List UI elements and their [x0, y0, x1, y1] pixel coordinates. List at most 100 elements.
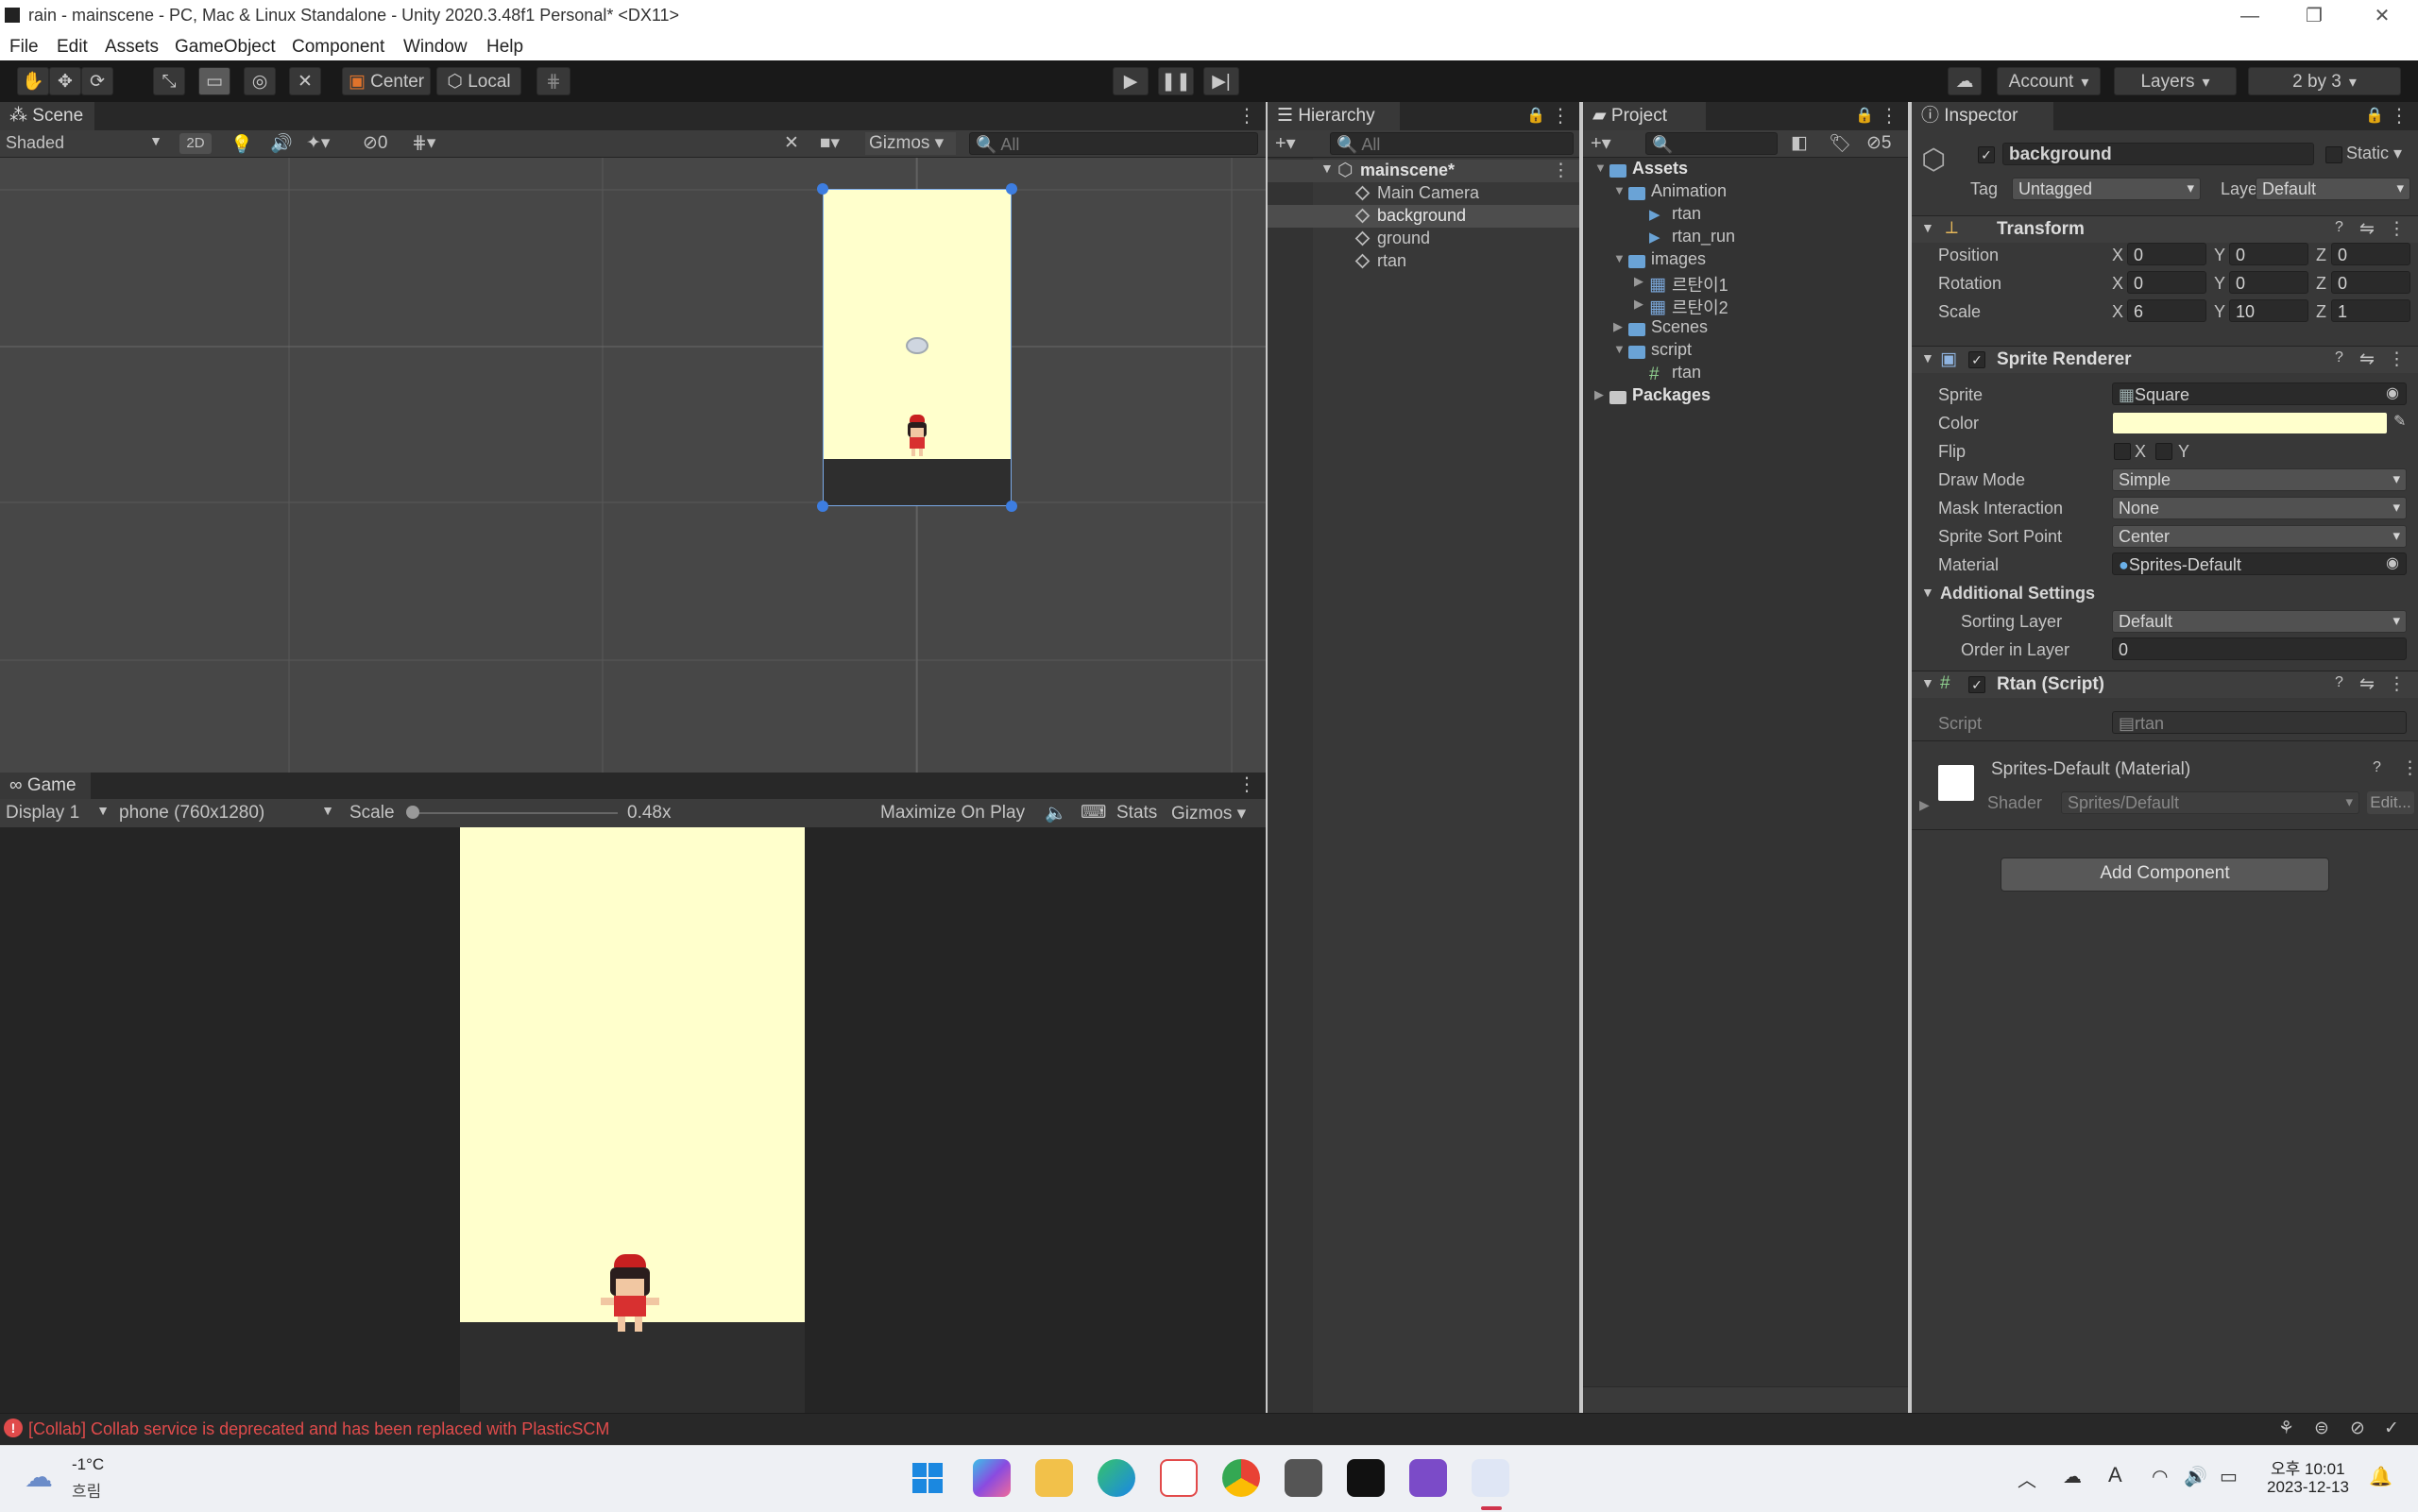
search-by-type-icon[interactable]: ◧: [1791, 132, 1808, 154]
lighting-icon[interactable]: 💡: [230, 133, 253, 156]
collapsed-arrow-icon[interactable]: ▶: [1594, 387, 1604, 402]
help-icon[interactable]: ?: [2335, 219, 2343, 236]
game-gizmos-dropdown[interactable]: Gizmos ▾: [1171, 803, 1246, 824]
tools-icon[interactable]: ✕: [784, 132, 799, 154]
preset-icon[interactable]: ⇋: [2359, 218, 2375, 240]
tab-project[interactable]: ▰ Project: [1583, 102, 1706, 130]
sprite-renderer-header[interactable]: ▼ ▣ ✓ Sprite Renderer ? ⇋ ⋮: [1912, 346, 2418, 373]
effects-icon[interactable]: ✦▾: [306, 132, 330, 154]
draw-mode-dropdown[interactable]: Simple: [2112, 468, 2407, 491]
project-item[interactable]: ▶ Scenes: [1583, 316, 1908, 339]
lock-icon[interactable]: 🔒: [2365, 106, 2384, 125]
hidden-packages-icon[interactable]: ⊘5: [1866, 132, 1892, 154]
preset-icon[interactable]: ⇋: [2359, 673, 2375, 695]
scene-menu-icon[interactable]: ⋮: [1237, 104, 1256, 127]
transform-header[interactable]: ▼ ⟂ Transform ? ⇋ ⋮: [1912, 215, 2418, 243]
rect-tool-icon[interactable]: ▭: [198, 67, 230, 95]
volume-icon[interactable]: 🔊: [2184, 1465, 2207, 1488]
project-item[interactable]: ▶ Packages: [1583, 384, 1908, 407]
menu-component[interactable]: Component: [292, 37, 384, 58]
tab-hierarchy[interactable]: ☰ Hierarchy: [1268, 102, 1400, 130]
rect-handle-top-left[interactable]: [817, 183, 828, 195]
visual-studio-icon[interactable]: [1409, 1459, 1447, 1497]
create-add-icon[interactable]: +▾: [1591, 131, 1611, 155]
axis-x-label[interactable]: X: [2112, 302, 2123, 322]
expand-arrow-icon[interactable]: ▼: [1613, 183, 1626, 197]
tab-game[interactable]: ∞ Game: [0, 773, 91, 799]
collapse-arrow-icon[interactable]: ▼: [1921, 220, 1934, 235]
close-icon[interactable]: ✕: [2361, 2, 2403, 30]
material-menu-icon[interactable]: ⋮: [2401, 757, 2418, 779]
scale-tool-icon[interactable]: ⤡: [153, 67, 185, 95]
tab-scene[interactable]: ⁂ Scene: [0, 102, 94, 130]
lock-icon[interactable]: 🔒: [1855, 106, 1874, 125]
project-item[interactable]: ▶ rtan: [1583, 203, 1908, 226]
rotate-tool-icon[interactable]: ⟳: [81, 67, 113, 95]
hierarchy-search-input[interactable]: 🔍 All: [1330, 132, 1574, 155]
project-item[interactable]: ▼ script: [1583, 339, 1908, 362]
component-menu-icon[interactable]: ⋮: [2388, 218, 2406, 240]
rtan-character[interactable]: [900, 415, 932, 456]
input-method-icon[interactable]: A: [2108, 1463, 2122, 1487]
hidden-objects-icon[interactable]: ⊘0: [363, 132, 388, 154]
maximize-on-play-toggle[interactable]: Maximize On Play: [880, 803, 1025, 824]
search-by-label-icon[interactable]: 🏷: [1829, 132, 1851, 155]
pivot-toggle[interactable]: ▣ Center: [342, 67, 431, 95]
hierarchy-item-ground[interactable]: ground: [1268, 228, 1579, 250]
scale-slider-track[interactable]: [410, 812, 618, 814]
transform-scale-z-input[interactable]: 1: [2331, 299, 2410, 322]
transform-position-y-input[interactable]: 0: [2229, 243, 2308, 265]
transform-tool-icon[interactable]: ◎: [244, 67, 276, 95]
sprite-sort-point-dropdown[interactable]: Center: [2112, 525, 2407, 548]
axis-x-label[interactable]: X: [2112, 246, 2123, 265]
layout-dropdown[interactable]: 2 by 3: [2248, 67, 2401, 95]
tag-dropdown[interactable]: Untagged: [2012, 178, 2201, 200]
unity-hub-icon[interactable]: [1285, 1459, 1322, 1497]
expand-arrow-icon[interactable]: ▼: [1613, 342, 1626, 356]
project-item[interactable]: ▶ rtan_run: [1583, 226, 1908, 248]
rtan-script-enabled-checkbox[interactable]: ✓: [1968, 676, 1985, 693]
maximize-icon[interactable]: ❐: [2293, 2, 2335, 30]
object-picker-icon[interactable]: ◉: [2386, 553, 2399, 572]
object-name-input[interactable]: background: [2002, 143, 2314, 165]
help-icon[interactable]: ?: [2335, 349, 2343, 366]
custom-tool-icon[interactable]: ✕: [289, 67, 321, 95]
rect-handle-bottom-right[interactable]: [1006, 501, 1017, 512]
collapse-arrow-icon[interactable]: ▼: [1921, 675, 1934, 690]
hierarchy-menu-icon[interactable]: ⋮: [1551, 104, 1570, 127]
layer-dropdown[interactable]: Default: [2256, 178, 2410, 200]
shading-mode-dropdown[interactable]: Shaded ▼: [6, 133, 162, 153]
rect-handle-bottom-left[interactable]: [817, 501, 828, 512]
axis-y-label[interactable]: Y: [2214, 246, 2225, 265]
expand-arrow-icon[interactable]: ▼: [1320, 161, 1334, 176]
start-windows-icon[interactable]: [909, 1459, 946, 1497]
sprite-field[interactable]: ▦Square: [2112, 382, 2407, 405]
project-item[interactable]: ▼ Assets: [1583, 158, 1908, 180]
project-item[interactable]: ▼ Animation: [1583, 180, 1908, 203]
toggle-2d-button[interactable]: 2D: [179, 133, 212, 154]
resolution-dropdown[interactable]: phone (760x1280) ▼: [119, 803, 334, 824]
move-tool-icon[interactable]: ✥: [49, 67, 81, 95]
battery-icon[interactable]: ▭: [2220, 1465, 2238, 1488]
menu-file[interactable]: File: [9, 37, 39, 58]
collapsed-arrow-icon[interactable]: ▶: [1613, 319, 1623, 334]
active-checkbox[interactable]: ✓: [1978, 146, 1995, 163]
transform-scale-y-input[interactable]: 10: [2229, 299, 2308, 322]
transform-rotation-y-input[interactable]: 0: [2229, 271, 2308, 294]
progress-status-icon[interactable]: ⊜: [2314, 1418, 2329, 1439]
clock-date[interactable]: 2023-12-13: [2267, 1478, 2349, 1497]
axis-x-label[interactable]: X: [2112, 274, 2123, 294]
network-status-icon[interactable]: ⚘: [2278, 1418, 2294, 1439]
create-add-icon[interactable]: +▾: [1275, 131, 1296, 155]
project-item[interactable]: ▶ ▦ 르탄이2: [1583, 294, 1908, 317]
play-button[interactable]: ▶: [1113, 67, 1149, 95]
help-icon[interactable]: ?: [2335, 674, 2343, 691]
layers-dropdown[interactable]: Layers: [2114, 67, 2237, 95]
menu-help[interactable]: Help: [486, 37, 523, 58]
inspector-menu-icon[interactable]: ⋮: [2390, 104, 2409, 127]
tab-inspector[interactable]: ⓘ Inspector: [1912, 102, 2053, 130]
collapsed-arrow-icon[interactable]: ▶: [1634, 274, 1643, 289]
project-item[interactable]: ▼ images: [1583, 248, 1908, 271]
sync-app-icon[interactable]: [1160, 1459, 1198, 1497]
expand-arrow-icon[interactable]: ▶: [1919, 797, 1930, 813]
